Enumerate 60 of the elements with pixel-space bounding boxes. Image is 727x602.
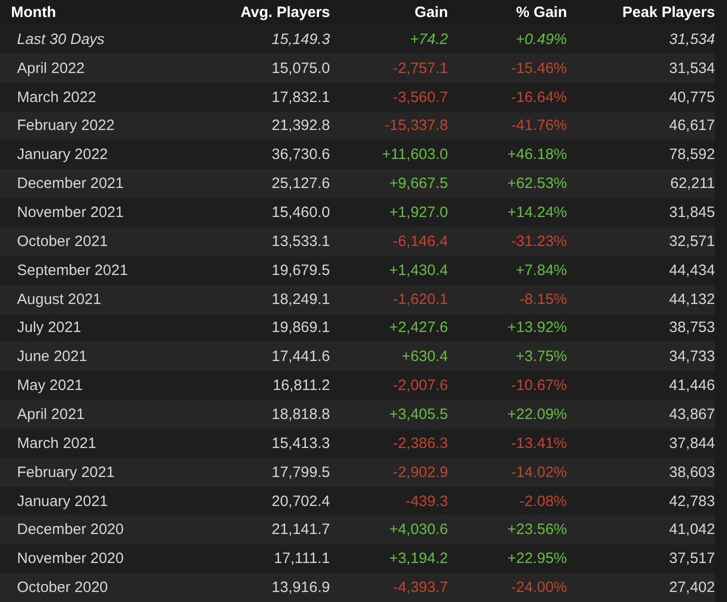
peak-players-cell: 42,783 (567, 486, 715, 516)
gain-cell: -15,337.8 (330, 112, 448, 140)
percent-gain-cell: -8.15% (448, 284, 567, 314)
avg-players-cell: 17,441.6 (220, 342, 330, 372)
avg-players-cell: 19,869.1 (220, 314, 330, 342)
avg-players-cell: 18,249.1 (220, 284, 330, 314)
month-cell: July 2021 (0, 314, 220, 342)
avg-players-cell: 21,392.8 (220, 112, 330, 140)
peak-players-cell: 43,867 (567, 400, 715, 429)
month-cell: October 2021 (0, 226, 220, 256)
avg-players-cell: 21,141.7 (220, 515, 330, 544)
peak-players-cell: 34,733 (567, 342, 715, 372)
gain-cell: -2,757.1 (330, 54, 448, 83)
month-cell: April 2021 (0, 400, 220, 429)
month-cell: October 2020 (0, 573, 220, 602)
avg-players-cell: 15,075.0 (220, 54, 330, 83)
month-cell: August 2021 (0, 284, 220, 314)
gain-cell: +3,405.5 (330, 400, 448, 429)
peak-players-cell: 38,753 (567, 314, 715, 342)
percent-gain-cell: -24.00% (448, 573, 567, 602)
percent-gain-cell: +22.09% (448, 400, 567, 429)
month-cell: February 2022 (0, 112, 220, 140)
gain-cell: -6,146.4 (330, 226, 448, 256)
percent-gain-cell: +23.56% (448, 515, 567, 544)
percent-gain-cell: +62.53% (448, 169, 567, 198)
avg-players-cell: 13,533.1 (220, 226, 330, 256)
peak-players-cell: 38,603 (567, 458, 715, 487)
peak-players-cell: 44,132 (567, 284, 715, 314)
percent-gain-cell: +13.92% (448, 314, 567, 342)
avg-players-cell: 18,818.8 (220, 400, 330, 429)
avg-players-cell: 25,127.6 (220, 169, 330, 198)
peak-players-cell: 27,402 (567, 573, 715, 602)
peak-players-cell: 46,617 (567, 112, 715, 140)
gain-cell: -2,902.9 (330, 458, 448, 487)
gain-cell: -439.3 (330, 486, 448, 516)
month-cell: December 2021 (0, 169, 220, 198)
avg-players-cell: 20,702.4 (220, 486, 330, 516)
month-cell: April 2022 (0, 54, 220, 83)
percent-gain-cell: -31.23% (448, 226, 567, 256)
peak-players-cell: 31,534 (567, 54, 715, 83)
peak-players-cell: 41,042 (567, 515, 715, 544)
month-cell: December 2020 (0, 515, 220, 544)
month-cell: June 2021 (0, 342, 220, 372)
peak-players-cell: 32,571 (567, 226, 715, 256)
gain-cell: +2,427.6 (330, 314, 448, 342)
gain-cell: -1,620.1 (330, 284, 448, 314)
percent-gain-cell: -2.08% (448, 486, 567, 516)
avg-players-cell: 13,916.9 (220, 573, 330, 602)
avg-players-cell: 17,799.5 (220, 458, 330, 487)
percent-gain-cell: +3.75% (448, 342, 567, 372)
gain-cell: -4,393.7 (330, 573, 448, 602)
peak-players-cell: 62,211 (567, 169, 715, 198)
gain-cell: +9,667.5 (330, 169, 448, 198)
percent-gain-cell: -15.46% (448, 54, 567, 83)
gain-cell: +4,030.6 (330, 515, 448, 544)
percent-gain-cell: -41.76% (448, 112, 567, 140)
percent-gain-cell: -14.02% (448, 458, 567, 487)
gain-cell: +630.4 (330, 342, 448, 372)
month-cell: January 2021 (0, 486, 220, 516)
month-cell: February 2021 (0, 458, 220, 487)
